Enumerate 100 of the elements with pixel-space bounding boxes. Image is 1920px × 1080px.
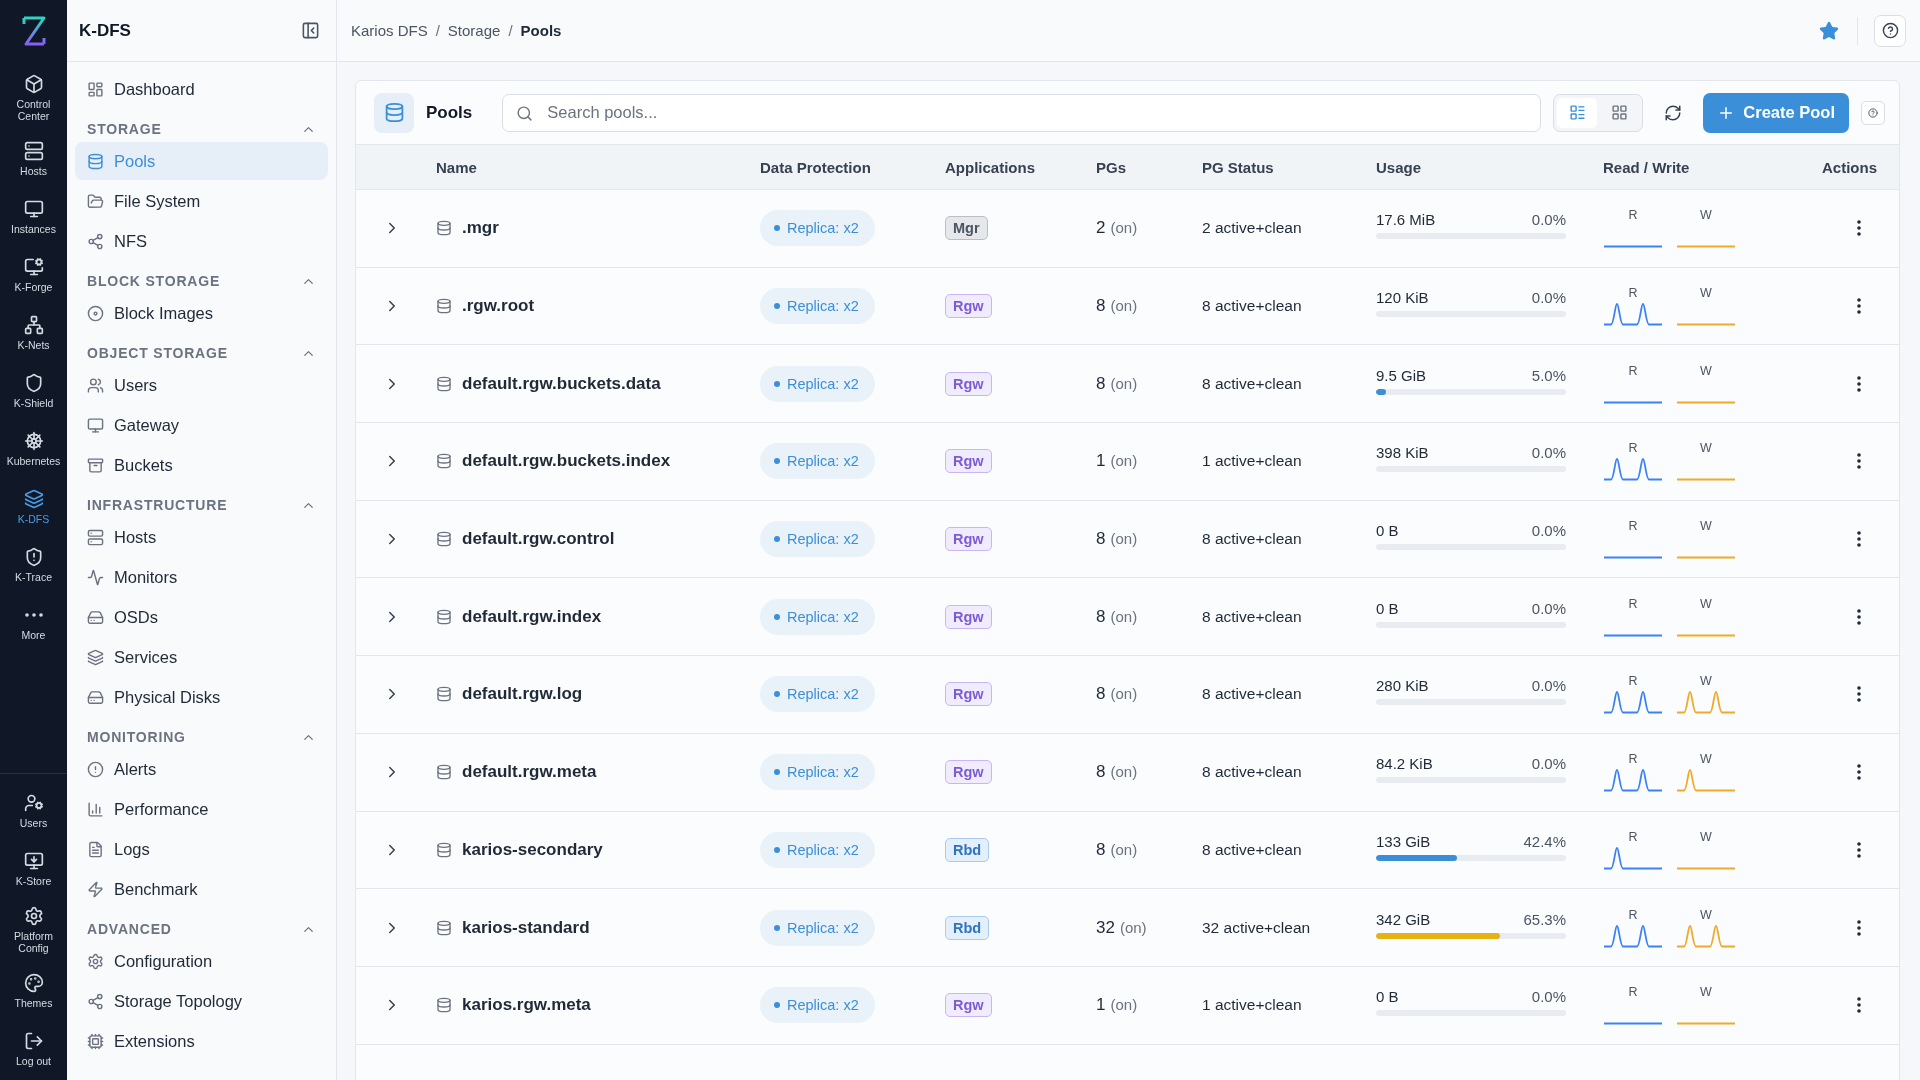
nav-item[interactable]: Dashboard [75, 70, 328, 108]
nav-item[interactable]: OSDs [75, 598, 328, 636]
protection-pill: Replica: x2 [760, 831, 875, 868]
nav-item[interactable]: Physical Disks [75, 678, 328, 716]
nav-item[interactable]: File System [75, 182, 328, 220]
sparkline-label: R [1628, 674, 1638, 689]
protection-pill: Replica: x2 [760, 521, 875, 558]
protection-pill: Replica: x2 [760, 909, 875, 946]
application-tag: Rgw [945, 682, 992, 707]
section-header[interactable]: OBJECT STORAGE [75, 334, 328, 366]
sparkline-label: W [1700, 441, 1712, 456]
list-view-button[interactable] [1557, 97, 1598, 128]
rail-item[interactable]: Users [0, 783, 67, 838]
nav-item[interactable]: NFS [75, 222, 328, 260]
column-header: Usage [1376, 158, 1422, 176]
nav-item[interactable]: Extensions [75, 1022, 328, 1060]
usage-percent: 5.0% [1531, 366, 1566, 384]
pool-name: karios-secondary [462, 839, 603, 860]
application-tag: Rgw [945, 604, 992, 629]
rail-item[interactable]: K-Forge [0, 248, 67, 303]
search-field[interactable]: Search pools... [502, 93, 1542, 132]
column-header: Applications [945, 158, 1035, 176]
drive-icon [87, 608, 104, 626]
nav-item[interactable]: Services [75, 638, 328, 676]
nav-item[interactable]: Hosts [75, 518, 328, 556]
rail-item[interactable]: Control Center [0, 68, 67, 129]
column-header: PG Status [1202, 158, 1274, 176]
rail-item[interactable]: Kubernetes [0, 422, 67, 477]
usage-percent: 0.0% [1531, 599, 1566, 617]
pool-name: .rgw.root [462, 296, 535, 317]
server-icon [87, 528, 104, 546]
pg-autoscale: (on) [1110, 219, 1138, 237]
nav-item[interactable]: Monitors [75, 558, 328, 596]
pool-name: default.rgw.log [462, 684, 583, 705]
drive-icon [87, 688, 104, 706]
server-icon [23, 141, 44, 162]
folder-icon [87, 192, 104, 210]
breadcrumb-link[interactable]: Storage [447, 22, 501, 39]
nav-item[interactable]: Storage Topology [75, 982, 328, 1020]
rail-item[interactable]: Hosts [0, 132, 67, 187]
disc-icon [87, 304, 104, 322]
nav-item[interactable]: Alerts [75, 750, 328, 788]
section-header[interactable]: STORAGE [75, 110, 328, 142]
database-icon [436, 375, 452, 392]
rail-item[interactable]: K-Nets [0, 306, 67, 361]
pg-count: 8 [1096, 529, 1106, 550]
refresh-icon [1664, 103, 1683, 122]
sparkline-label: W [1700, 985, 1712, 1000]
pool-name: default.rgw.index [462, 606, 602, 627]
breadcrumb-link[interactable]: Karios DFS [351, 22, 428, 39]
rail-item[interactable]: Themes [0, 964, 67, 1018]
protection-pill: Replica: x2 [760, 676, 875, 713]
grid-icon [1610, 104, 1628, 121]
sidebar-title: K-DFS [79, 20, 131, 41]
more-vertical-icon [1857, 375, 1861, 392]
sparkline-label: R [1628, 519, 1638, 534]
help-button[interactable] [1874, 14, 1906, 47]
rail-item[interactable]: K-Trace [0, 538, 67, 593]
rail-item[interactable]: More [0, 596, 67, 651]
rail-item[interactable]: K-Shield [0, 364, 67, 419]
pg-count: 8 [1096, 684, 1106, 705]
rail-item[interactable]: Platform Config [0, 899, 67, 960]
list-icon [1568, 104, 1586, 121]
nav-item[interactable]: Buckets [75, 446, 328, 484]
pg-count: 8 [1096, 606, 1106, 627]
column-header: Data Protection [760, 158, 871, 176]
database-icon [436, 531, 452, 548]
logo-icon [20, 15, 47, 47]
sparkline-label: R [1628, 596, 1638, 611]
section-header[interactable]: ADVANCED [75, 910, 328, 942]
section-header[interactable]: INFRASTRUCTURE [75, 486, 328, 518]
usage-percent: 65.3% [1523, 910, 1566, 928]
nav-item[interactable]: Configuration [75, 942, 328, 980]
nav-item[interactable]: Users [75, 366, 328, 404]
nav-item[interactable]: Logs [75, 830, 328, 868]
sparkline-label: R [1628, 363, 1638, 378]
nav-item[interactable]: Benchmark [75, 870, 328, 908]
database-icon [374, 92, 414, 133]
breadcrumb-link[interactable]: Pools [520, 22, 562, 39]
application-tag: Rbd [945, 837, 990, 862]
wheel-icon [23, 431, 44, 452]
rail-item[interactable]: Instances [0, 190, 67, 245]
layers-icon [87, 648, 104, 666]
section-header[interactable]: MONITORING [75, 718, 328, 750]
pool-name: .mgr [462, 218, 499, 239]
database-icon [436, 220, 452, 237]
rail-item[interactable]: K-Store [0, 841, 67, 896]
nav-item[interactable]: Block Images [75, 294, 328, 332]
nav-item[interactable]: Gateway [75, 406, 328, 444]
rail-item[interactable]: Log out [0, 1022, 67, 1076]
section-header[interactable]: BLOCK STORAGE [75, 262, 328, 294]
database-icon [436, 298, 452, 315]
monitor-gear-icon [23, 257, 44, 278]
rail-item[interactable]: K-DFS [0, 480, 67, 535]
share-icon [87, 992, 104, 1010]
pg-status: 8 active+clean [1202, 607, 1303, 626]
nav-item[interactable]: Performance [75, 790, 328, 828]
usage-amount: 17.6 MiB [1376, 211, 1436, 229]
sparkline-label: R [1628, 752, 1638, 767]
usage-percent: 0.0% [1531, 211, 1566, 229]
